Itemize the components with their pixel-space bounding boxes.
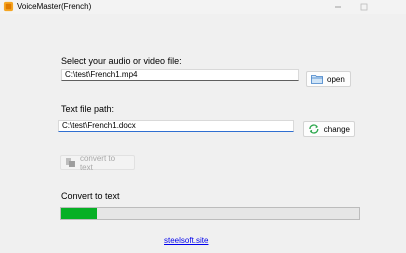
folder-icon bbox=[311, 75, 323, 84]
conversion-progress-bar bbox=[60, 207, 360, 220]
refresh-icon bbox=[309, 124, 319, 134]
text-file-input[interactable]: C:\test\French1.docx bbox=[58, 120, 294, 132]
minimize-button[interactable] bbox=[325, 0, 351, 14]
minimize-icon bbox=[335, 6, 341, 8]
change-button-label: change bbox=[323, 124, 350, 134]
convert-button-label: convert to text bbox=[79, 153, 116, 172]
convert-icon bbox=[65, 158, 75, 167]
progress-label: Convert to text bbox=[61, 191, 120, 201]
change-button[interactable]: change bbox=[303, 121, 355, 137]
app-logo-icon bbox=[3, 1, 14, 12]
text-file-label: Text file path: bbox=[61, 104, 115, 114]
open-button-label: open bbox=[327, 74, 345, 84]
audio-file-label: Select your audio or video file: bbox=[61, 56, 182, 66]
text-file-value: C:\test\French1.docx bbox=[62, 121, 136, 130]
audio-file-input[interactable]: C:\test\French1.mp4 bbox=[61, 69, 299, 81]
maximize-button[interactable] bbox=[351, 0, 377, 14]
open-button[interactable]: open bbox=[306, 71, 351, 87]
window-title: VoiceMaster(French) bbox=[17, 2, 92, 11]
progress-fill bbox=[61, 208, 97, 219]
audio-file-value: C:\test\French1.mp4 bbox=[65, 70, 138, 79]
convert-button[interactable]: convert to text bbox=[60, 153, 135, 172]
title-bar: VoiceMaster(French) bbox=[0, 0, 406, 14]
maximize-icon bbox=[360, 3, 368, 11]
website-link[interactable]: steelsoft.site bbox=[164, 236, 208, 245]
